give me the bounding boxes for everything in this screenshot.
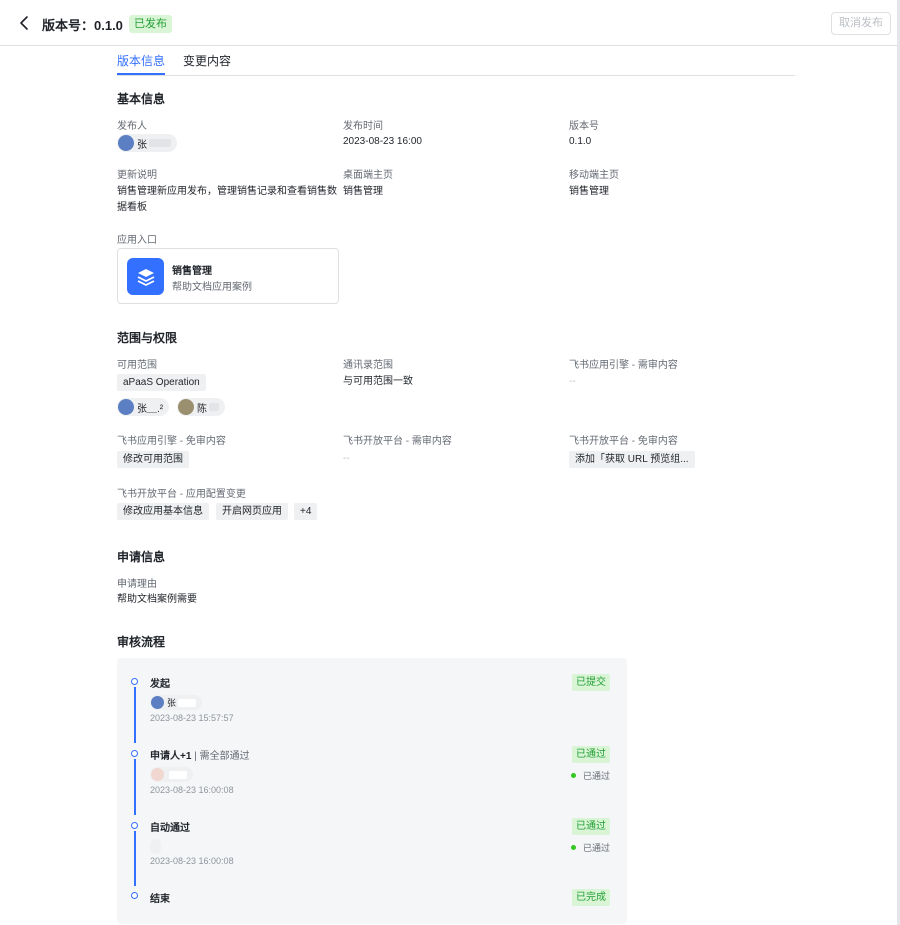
status-dot-icon — [571, 845, 576, 850]
redacted-name — [169, 770, 187, 779]
flow-state-tag: 已完成 — [572, 889, 610, 906]
approval-note: 已通过 — [571, 841, 610, 854]
version-value: 0.1.0 — [569, 136, 592, 147]
flow-node-title: 申请人+1 | 需全部通过 — [150, 747, 250, 762]
avatar — [178, 399, 194, 415]
cancel-publish-button[interactable]: 取消发布 — [831, 12, 891, 35]
mobile-home-label: 移动端主页 — [569, 170, 619, 181]
apply-reason-value: 帮助文档案例需要 — [117, 594, 197, 605]
avatar — [118, 399, 134, 415]
avatar — [151, 696, 164, 709]
open-free-tag[interactable]: 添加「获取 URL 预览组... — [569, 451, 695, 468]
apply-reason-label: 申请理由 — [117, 579, 157, 590]
publisher-name: 张 — [137, 139, 147, 151]
tab-version-info[interactable]: 版本信息 — [117, 52, 165, 69]
open-review-value: -- — [343, 453, 350, 464]
flow-user-chip — [150, 839, 161, 854]
redacted-name — [209, 403, 219, 411]
section-basic-info-title: 基本信息 — [117, 92, 166, 106]
review-flow-panel: 发起 张 2023-08-23 15:57:57 已提交 申请人+1 | 需全部… — [117, 658, 627, 924]
available-scope-label: 可用范围 — [117, 360, 157, 371]
section-apply-title: 申请信息 — [117, 550, 166, 564]
flow-node-title: 结束 — [150, 894, 170, 905]
config-more-tag[interactable]: +4 — [294, 503, 318, 520]
mobile-home-value: 销售管理 — [569, 186, 609, 197]
flow-node-title: 自动通过 — [150, 823, 190, 834]
flow-node-dot — [131, 822, 138, 829]
contacts-scope-label: 通讯录范围 — [343, 360, 393, 371]
flow-node-title-text: 申请人+1 — [150, 751, 192, 762]
section-scope-title: 范围与权限 — [117, 331, 178, 345]
flow-node-dot — [131, 892, 138, 899]
desktop-home-value: 销售管理 — [343, 186, 383, 197]
entry-name: 销售管理 — [172, 266, 212, 277]
flow-node-dot — [131, 678, 138, 685]
engine-review-label: 飞书应用引擎 - 需审内容 — [569, 360, 678, 371]
contacts-scope-value: 与可用范围一致 — [343, 376, 413, 387]
back-icon[interactable] — [16, 13, 34, 33]
flow-connector — [134, 687, 136, 743]
flow-node-time: 2023-08-23 15:57:57 — [150, 713, 234, 723]
redacted-name — [178, 698, 197, 707]
publisher-user-chip[interactable]: 张 — [117, 134, 177, 152]
open-review-label: 飞书开放平台 - 需审内容 — [343, 436, 452, 447]
publish-time-value: 2023-08-23 16:00 — [343, 136, 422, 147]
app-entry-card[interactable]: 销售管理 帮助文档应用案例 — [117, 248, 339, 304]
flow-state-tag: 已通过 — [572, 818, 610, 835]
flow-node-subtitle: | 需全部通过 — [194, 751, 250, 762]
stack-layers-icon — [127, 258, 164, 295]
approval-note-text: 已通过 — [583, 771, 611, 781]
avatar — [118, 135, 134, 151]
section-flow-title: 审核流程 — [117, 635, 166, 649]
redacted-name — [149, 139, 171, 147]
approval-note-text: 已通过 — [583, 843, 611, 853]
engine-review-value: -- — [569, 376, 576, 387]
status-badge: 已发布 — [129, 15, 172, 33]
active-tab-indicator — [117, 73, 165, 75]
flow-node-dot — [131, 750, 138, 757]
tab-bar: 版本信息 变更内容 — [117, 46, 795, 76]
desktop-home-label: 桌面端主页 — [343, 170, 393, 181]
flow-node-time: 2023-08-23 16:00:08 — [150, 785, 234, 795]
config-tag: 修改应用基本信息 — [117, 503, 209, 520]
engine-free-label: 飞书应用引擎 - 免审内容 — [117, 436, 226, 447]
flow-node-title: 发起 — [150, 679, 170, 690]
tab-change-content[interactable]: 变更内容 — [183, 52, 231, 69]
department-tag: aPaaS Operation — [117, 374, 206, 391]
flow-user-name: 张 — [167, 698, 177, 708]
scope-user-chip[interactable]: 张＿.² — [117, 398, 170, 416]
scope-user-name: 张＿.² — [137, 403, 164, 415]
engine-free-tag: 修改可用范围 — [117, 451, 189, 468]
flow-connector — [134, 759, 136, 815]
flow-user-chip[interactable] — [150, 767, 193, 782]
avatar — [151, 768, 164, 781]
flow-node-time: 2023-08-23 16:00:08 — [150, 856, 234, 866]
approval-note: 已通过 — [571, 769, 610, 782]
flow-state-tag: 已提交 — [572, 674, 610, 691]
flow-user-chip[interactable]: 张 — [150, 695, 203, 710]
entry-description: 帮助文档应用案例 — [172, 282, 252, 293]
scope-user-name: 陈 — [197, 403, 207, 415]
flow-connector — [134, 831, 136, 886]
scope-user-chip[interactable]: 陈 — [177, 398, 225, 416]
open-free-label: 飞书开放平台 - 免审内容 — [569, 436, 678, 447]
config-tag: 开启网页应用 — [216, 503, 288, 520]
version-label: 版本号 — [569, 121, 599, 132]
flow-state-tag: 已通过 — [572, 746, 610, 763]
notes-value: 销售管理新应用发布，管理销售记录和查看销售数据看板 — [117, 186, 337, 213]
page-title: 版本号：0.1.0 — [42, 18, 123, 33]
publish-time-label: 发布时间 — [343, 121, 383, 132]
top-bar: 版本号：0.1.0 已发布 取消发布 — [0, 0, 900, 46]
publisher-label: 发布人 — [117, 121, 147, 132]
config-change-label: 飞书开放平台 - 应用配置变更 — [117, 489, 246, 500]
notes-label: 更新说明 — [117, 170, 157, 181]
status-dot-icon — [571, 773, 576, 778]
entry-label: 应用入口 — [117, 235, 157, 246]
